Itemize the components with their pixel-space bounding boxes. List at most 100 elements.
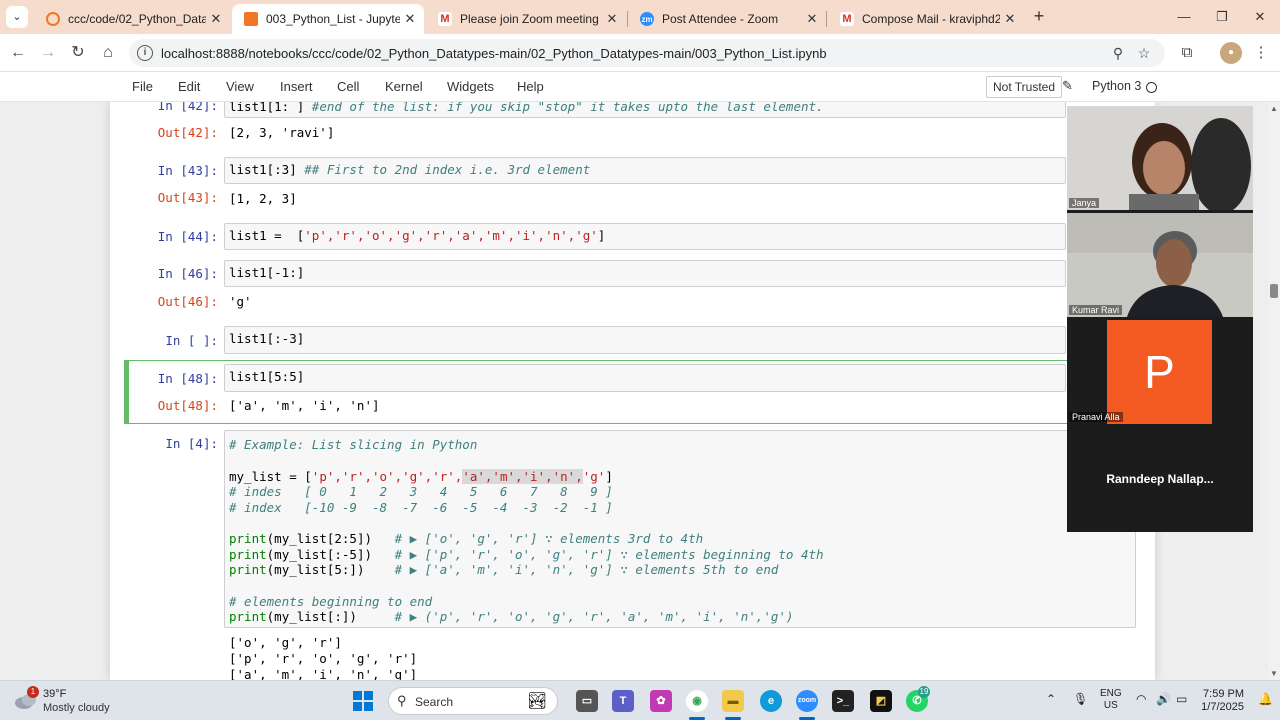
- menu-kernel[interactable]: Kernel: [385, 79, 423, 94]
- weather-desc[interactable]: Mostly cloudy: [43, 702, 110, 714]
- tab-datatypes[interactable]: ccc/code/02_Python_Datatypes ✕: [34, 4, 230, 34]
- code-cell[interactable]: list1[1: ] #end of the list: if you skip…: [224, 102, 1066, 118]
- lang-code: ENG: [1100, 688, 1122, 699]
- terminal-icon[interactable]: >_: [832, 690, 854, 712]
- cell-output: [2, 3, 'ravi']: [229, 125, 335, 140]
- browser-menu-icon[interactable]: ⋮: [1250, 42, 1272, 64]
- code-cell[interactable]: list1 = ['p','r','o','g','r','a','m','i'…: [224, 223, 1066, 250]
- address-toolbar: ← → ↻ ⌂ i localhost:8888/notebooks/ccc/c…: [0, 34, 1280, 72]
- code-cell[interactable]: # Example: List slicing in Python my_lis…: [224, 430, 1136, 628]
- menu-insert[interactable]: Insert: [280, 79, 313, 94]
- url-text[interactable]: localhost:8888/notebooks/ccc/code/02_Pyt…: [161, 46, 827, 61]
- copilot-icon[interactable]: ✿: [650, 690, 672, 712]
- close-icon[interactable]: ✕: [400, 11, 420, 27]
- participant-tile-janya[interactable]: Janya: [1067, 106, 1253, 210]
- input-language[interactable]: ENG US: [1100, 688, 1122, 712]
- close-icon[interactable]: ✕: [1000, 11, 1020, 27]
- edit-pencil-icon[interactable]: ✎: [1062, 78, 1073, 94]
- input-prompt: In [44]:: [157, 229, 218, 244]
- code-cell-active[interactable]: list1[5:5]: [224, 364, 1066, 392]
- participant-video: [1067, 106, 1253, 210]
- notification-badge: 1: [27, 686, 39, 698]
- task-view-icon[interactable]: ▭: [576, 690, 598, 712]
- back-button[interactable]: ←: [6, 41, 30, 65]
- close-window-button[interactable]: ✕: [1240, 6, 1280, 28]
- scroll-up-icon[interactable]: ▲: [1270, 104, 1278, 113]
- scroll-down-icon[interactable]: ▼: [1270, 669, 1278, 678]
- search-label: Search: [415, 695, 454, 709]
- battery-icon[interactable]: ▭: [1176, 692, 1187, 706]
- page-scrollbar[interactable]: ▲ ▼: [1268, 102, 1280, 680]
- participant-tile-ranndeep[interactable]: Ranndeep Nallap...: [1067, 427, 1253, 531]
- output-prompt: Out[46]:: [157, 294, 218, 309]
- menu-file[interactable]: File: [132, 79, 153, 94]
- bookmark-star-icon[interactable]: ☆: [1135, 44, 1153, 62]
- weather-temp[interactable]: 39°F: [43, 688, 66, 700]
- system-clock[interactable]: 7:59 PM 1/7/2025: [1196, 688, 1244, 714]
- zoom-magnifier-icon[interactable]: ⚲: [1109, 44, 1127, 62]
- input-prompt: In [ ]:: [165, 333, 218, 348]
- participant-avatar: P: [1107, 320, 1212, 424]
- menu-edit[interactable]: Edit: [178, 79, 200, 94]
- jupyter-icon: [46, 12, 60, 26]
- participant-name: Kumar Ravi: [1069, 305, 1123, 315]
- participant-tile-kumar-ravi[interactable]: Kumar Ravi: [1067, 213, 1253, 317]
- menu-help[interactable]: Help: [517, 79, 544, 94]
- tab-search-button[interactable]: ⌄: [6, 6, 28, 28]
- extensions-icon[interactable]: ⧉: [1176, 42, 1198, 64]
- browser-tab-strip: ⌄ ccc/code/02_Python_Datatypes ✕ 003_Pyt…: [0, 0, 1280, 34]
- output-prompt: Out[48]:: [157, 398, 218, 413]
- jupyter-icon: [244, 12, 258, 26]
- code-text: list1[-1:]: [229, 265, 305, 280]
- tab-zoom-invite[interactable]: M Please join Zoom meeting in pr ✕: [426, 4, 626, 34]
- zoom-app-icon[interactable]: zoom: [796, 690, 818, 712]
- notifications-bell-icon[interactable]: 🔔: [1258, 692, 1273, 706]
- file-explorer-icon[interactable]: ▬: [722, 690, 744, 712]
- site-info-icon[interactable]: i: [137, 45, 153, 61]
- tab-python-list[interactable]: 003_Python_List - Jupyter Notebook ✕: [232, 4, 424, 34]
- minimize-button[interactable]: —: [1164, 6, 1204, 28]
- tray-chevron-icon[interactable]: ⌃: [1046, 692, 1056, 706]
- volume-icon[interactable]: 🔊: [1156, 692, 1171, 706]
- home-icon[interactable]: ⌂: [96, 41, 120, 65]
- new-tab-button[interactable]: +: [1028, 6, 1050, 28]
- code-cell[interactable]: list1[:-3]: [224, 326, 1066, 354]
- input-prompt: In [48]:: [157, 371, 218, 386]
- scrollbar-thumb[interactable]: [1270, 284, 1278, 298]
- teams-icon[interactable]: T: [612, 690, 634, 712]
- code-text: list1[1: ]: [229, 102, 305, 114]
- kernel-name[interactable]: Python 3: [1092, 79, 1141, 93]
- profile-avatar[interactable]: ●: [1220, 42, 1242, 64]
- forward-button[interactable]: →: [36, 41, 60, 65]
- address-bar[interactable]: i localhost:8888/notebooks/ccc/code/02_P…: [129, 39, 1165, 67]
- menu-view[interactable]: View: [226, 79, 254, 94]
- chrome-icon[interactable]: ◉: [686, 690, 708, 712]
- tab-post-attendee[interactable]: zm Post Attendee - Zoom ✕: [628, 4, 826, 34]
- zoom-icon: zm: [640, 12, 654, 26]
- menu-widgets[interactable]: Widgets: [447, 79, 494, 94]
- close-icon[interactable]: ✕: [206, 11, 226, 27]
- trust-status-button[interactable]: Not Trusted: [986, 76, 1063, 98]
- app-icon[interactable]: ◩: [870, 690, 892, 712]
- restore-button[interactable]: ❐: [1202, 6, 1242, 28]
- zoom-video-panel: Janya Kumar Ravi P Pranavi Alla Ranndeep…: [1067, 106, 1253, 532]
- windows-start-icon[interactable]: [352, 690, 374, 712]
- code-cell[interactable]: list1[-1:]: [224, 260, 1066, 287]
- close-icon[interactable]: ✕: [602, 11, 622, 27]
- notification-badge: 19: [918, 686, 930, 698]
- wifi-icon[interactable]: ◠: [1136, 692, 1146, 706]
- menu-cell[interactable]: Cell: [337, 79, 359, 94]
- code-text: list1[:-3]: [229, 331, 305, 346]
- edge-icon[interactable]: e: [760, 690, 782, 712]
- tab-compose-mail[interactable]: M Compose Mail - kraviphd2018@ ✕: [828, 4, 1024, 34]
- tab-separator: [826, 11, 827, 27]
- taskbar-search[interactable]: ⚲ Search 🏞: [388, 687, 558, 715]
- clock-time: 7:59 PM: [1203, 688, 1244, 700]
- participant-tile-pranavi[interactable]: P Pranavi Alla: [1067, 320, 1253, 424]
- reload-button[interactable]: ↻: [66, 41, 90, 65]
- microphone-icon[interactable]: 🎙: [1073, 692, 1088, 706]
- cell-output: 'g': [229, 294, 252, 309]
- close-icon[interactable]: ✕: [802, 11, 822, 27]
- code-text: ]: [597, 228, 606, 243]
- code-cell[interactable]: list1[:3] ## First to 2nd index i.e. 3rd…: [224, 157, 1066, 184]
